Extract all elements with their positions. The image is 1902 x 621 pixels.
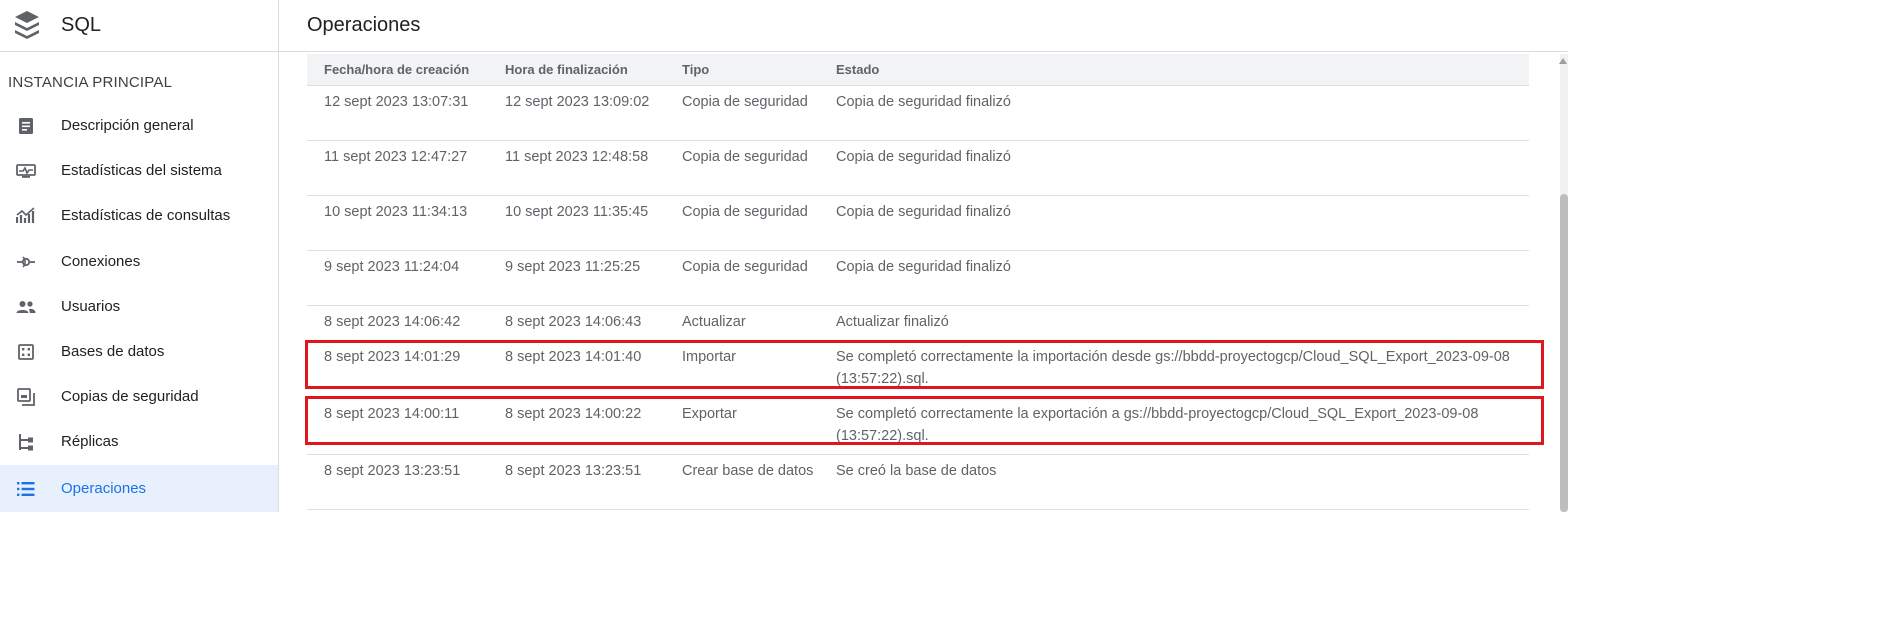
app-window: SQL INSTANCIA PRINCIPAL Descripción gene… xyxy=(0,0,1568,512)
sidebar-item-label: Descripción general xyxy=(61,117,194,134)
sidebar-item-conexiones[interactable]: Conexiones xyxy=(0,239,278,284)
table-row[interactable]: 11 sept 2023 12:47:27 11 sept 2023 12:48… xyxy=(307,140,1529,196)
cell-created: 10 sept 2023 11:34:13 xyxy=(307,195,488,251)
cell-created: 8 sept 2023 13:23:51 xyxy=(307,454,488,510)
table-row[interactable]: 10 sept 2023 11:34:13 10 sept 2023 11:35… xyxy=(307,195,1529,251)
cell-status: Se creó la base de datos xyxy=(819,454,1529,510)
sidebar-item-operaciones[interactable]: Operaciones xyxy=(0,465,278,512)
cell-status: Se completó correctamente la exportación… xyxy=(819,397,1529,455)
cell-created: 8 sept 2023 14:00:11 xyxy=(307,397,488,455)
cell-finished: 8 sept 2023 13:23:51 xyxy=(488,454,665,510)
monitor-chart-icon xyxy=(16,161,36,181)
database-icon xyxy=(16,342,36,362)
table-row[interactable]: 9 sept 2023 11:24:04 9 sept 2023 11:25:2… xyxy=(307,250,1529,306)
column-header-type[interactable]: Tipo xyxy=(665,54,819,86)
cell-type: Crear base de datos xyxy=(665,454,819,510)
cell-type: Copia de seguridad xyxy=(665,140,819,196)
cell-status: Copia de seguridad finalizó xyxy=(819,195,1529,251)
operations-table-container: Fecha/hora de creación Hora de finalizac… xyxy=(307,54,1529,510)
sidebar-item-label: Conexiones xyxy=(61,253,141,270)
sidebar-item-label: Estadísticas de consultas xyxy=(61,207,231,224)
table-row[interactable]: 8 sept 2023 13:23:51 8 sept 2023 13:23:5… xyxy=(307,454,1529,510)
sql-logo-icon[interactable] xyxy=(8,6,46,46)
cell-finished: 12 sept 2023 13:09:02 xyxy=(488,85,665,141)
cell-finished: 11 sept 2023 12:48:58 xyxy=(488,140,665,196)
sidebar-item-label: Usuarios xyxy=(61,298,121,315)
scrollbar-thumb[interactable] xyxy=(1560,194,1568,512)
operations-table: Fecha/hora de creación Hora de finalizac… xyxy=(307,54,1529,510)
main-content: Operaciones Fecha/hora de creación Hora … xyxy=(279,0,1568,512)
cell-type: Copia de seguridad xyxy=(665,85,819,141)
cell-status: Copia de seguridad finalizó xyxy=(819,250,1529,306)
sidebar-item-label: Copias de seguridad xyxy=(61,388,199,405)
sidebar-item-usuarios[interactable]: Usuarios xyxy=(0,284,278,329)
sidebar-item-label: Estadísticas del sistema xyxy=(61,162,222,179)
replicas-icon xyxy=(16,432,36,452)
cell-status: Actualizar finalizó xyxy=(819,305,1529,341)
cell-created: 8 sept 2023 14:06:42 xyxy=(307,305,488,341)
document-icon xyxy=(16,116,36,136)
cell-finished: 8 sept 2023 14:06:43 xyxy=(488,305,665,341)
sidebar-item-label: Operaciones xyxy=(61,480,147,497)
sidebar-item-bases-de-datos[interactable]: Bases de datos xyxy=(0,329,278,374)
column-header-created[interactable]: Fecha/hora de creación xyxy=(307,54,488,86)
table-header-row: Fecha/hora de creación Hora de finalizac… xyxy=(307,54,1529,86)
cell-finished: 8 sept 2023 14:00:22 xyxy=(488,397,665,455)
sidebar-header: SQL xyxy=(0,0,278,52)
column-header-finished[interactable]: Hora de finalización xyxy=(488,54,665,86)
main-header: Operaciones xyxy=(279,0,1568,52)
sidebar-item-estadisticas-consultas[interactable]: Estadísticas de consultas xyxy=(0,193,278,238)
scroll-up-arrow-icon[interactable] xyxy=(1559,58,1567,64)
sidebar-item-copias-de-seguridad[interactable]: Copias de seguridad xyxy=(0,374,278,419)
table-row[interactable]: 8 sept 2023 14:06:42 8 sept 2023 14:06:4… xyxy=(307,305,1529,341)
cell-status: Se completó correctamente la importación… xyxy=(819,340,1529,398)
list-icon xyxy=(16,479,36,499)
sidebar-item-replicas[interactable]: Réplicas xyxy=(0,419,278,464)
sidebar-item-estadisticas-sistema[interactable]: Estadísticas del sistema xyxy=(0,148,278,193)
cell-finished: 8 sept 2023 14:01:40 xyxy=(488,340,665,398)
cell-type: Copia de seguridad xyxy=(665,195,819,251)
query-chart-icon xyxy=(16,206,36,226)
table-row[interactable]: 12 sept 2023 13:07:31 12 sept 2023 13:09… xyxy=(307,85,1529,141)
backup-icon xyxy=(16,387,36,407)
cell-created: 9 sept 2023 11:24:04 xyxy=(307,250,488,306)
cell-status: Copia de seguridad finalizó xyxy=(819,85,1529,141)
cell-created: 12 sept 2023 13:07:31 xyxy=(307,85,488,141)
column-header-status[interactable]: Estado xyxy=(819,54,1529,86)
cell-status: Copia de seguridad finalizó xyxy=(819,140,1529,196)
cell-finished: 10 sept 2023 11:35:45 xyxy=(488,195,665,251)
cell-finished: 9 sept 2023 11:25:25 xyxy=(488,250,665,306)
product-title: SQL xyxy=(61,14,102,36)
cell-type: Actualizar xyxy=(665,305,819,341)
sidebar: SQL INSTANCIA PRINCIPAL Descripción gene… xyxy=(0,0,279,512)
cell-created: 8 sept 2023 14:01:29 xyxy=(307,340,488,398)
vertical-scrollbar[interactable] xyxy=(1560,54,1568,512)
sidebar-item-descripcion-general[interactable]: Descripción general xyxy=(0,103,278,148)
connection-icon xyxy=(16,252,36,272)
sidebar-item-label: Réplicas xyxy=(61,433,119,450)
cell-type: Copia de seguridad xyxy=(665,250,819,306)
page-title: Operaciones xyxy=(307,14,421,36)
cell-type: Exportar xyxy=(665,397,819,455)
table-row[interactable]: 8 sept 2023 14:00:11 8 sept 2023 14:00:2… xyxy=(307,397,1529,455)
cell-created: 11 sept 2023 12:47:27 xyxy=(307,140,488,196)
sidebar-item-label: Bases de datos xyxy=(61,343,165,360)
table-row[interactable]: 8 sept 2023 14:01:29 8 sept 2023 14:01:4… xyxy=(307,340,1529,398)
section-title: INSTANCIA PRINCIPAL xyxy=(8,74,173,91)
cell-type: Importar xyxy=(665,340,819,398)
users-icon xyxy=(16,297,36,317)
